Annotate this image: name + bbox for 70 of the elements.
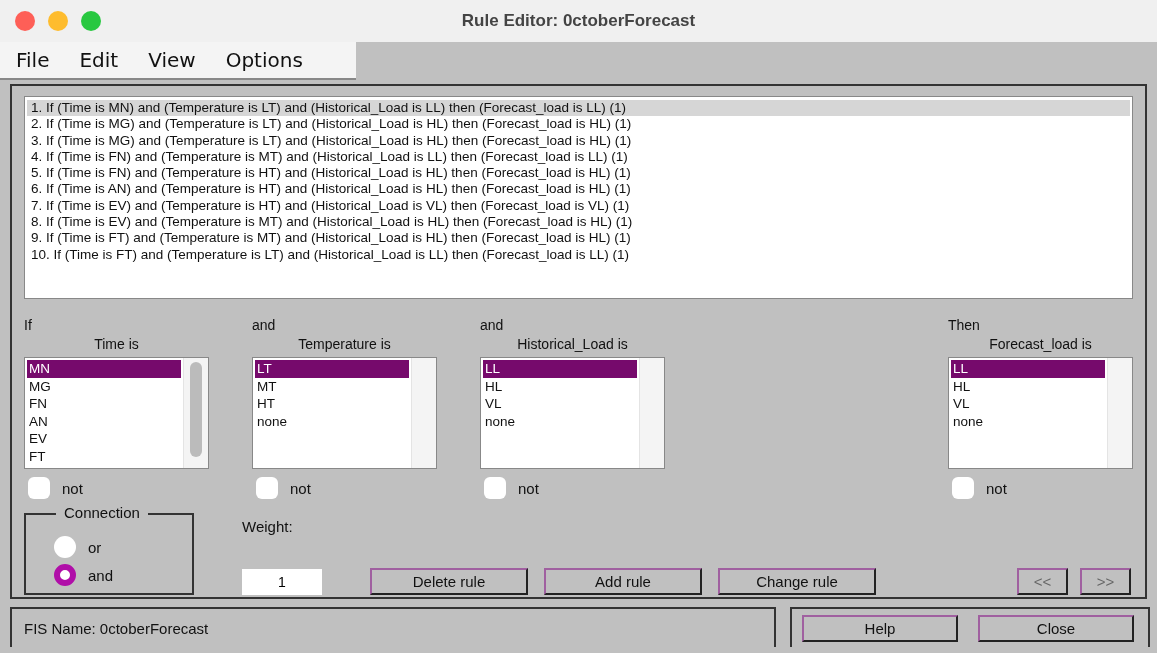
radio-label: or — [88, 538, 102, 556]
scrollbar-track[interactable] — [1107, 358, 1132, 468]
not-checkbox[interactable] — [952, 477, 974, 499]
radio-button[interactable] — [54, 536, 76, 558]
variable-label: Forecast_load is — [989, 336, 1092, 352]
connector-label: and — [480, 317, 504, 333]
rule-item[interactable]: 3. If (Time is MG) and (Temperature is LT) and (Historical_Load is HL) then (Forecast_load is HL) (1) — [27, 132, 1130, 149]
rule-button[interactable]: Delete rule — [370, 568, 528, 595]
list-option[interactable]: AN — [27, 412, 181, 430]
connector-label: Then — [948, 317, 980, 333]
rule-item[interactable]: 7. If (Time is EV) and (Temperature is HT) and (Historical_Load is VL) then (Forecast_load is VL) (1) — [27, 197, 1130, 215]
list-option[interactable]: none — [951, 412, 1105, 430]
close-window-icon[interactable] — [15, 11, 35, 31]
list-option[interactable]: LL — [483, 360, 637, 378]
menu-item[interactable]: View — [148, 48, 196, 72]
list-option[interactable]: VL — [483, 395, 637, 413]
zoom-window-icon[interactable] — [81, 11, 101, 31]
footer-button[interactable]: Close — [978, 615, 1134, 642]
rule-item[interactable]: 5. If (Time is FN) and (Temperature is HT) and (Historical_Load is HL) then (Forecast_load is HL) (1) — [27, 165, 1130, 182]
variable-label: Temperature is — [298, 336, 391, 352]
weight-field[interactable]: 1 — [242, 569, 322, 595]
list-option[interactable]: FN — [27, 395, 181, 413]
rule-item[interactable]: 10. If (Time is FT) and (Temperature is LT) and (Historical_Load is LL) then (Forecast_load is LL) (1) — [27, 246, 1130, 263]
rule-item[interactable]: 1. If (Time is MN) and (Temperature is LT) and (Historical_Load is LL) then (Forecast_load is LL) (1) — [27, 100, 1130, 117]
not-checkbox[interactable] — [484, 477, 506, 499]
rule-item[interactable]: 4. If (Time is FN) and (Temperature is MT) and (Historical_Load is LL) then (Forecast_load is LL) (1) — [27, 148, 1130, 166]
window-title: Rule Editor: 0ctoberForecast — [461, 11, 696, 31]
rule-button[interactable]: Add rule — [544, 568, 702, 595]
list-option[interactable]: LL — [951, 360, 1105, 378]
scrollbar-track[interactable] — [183, 358, 208, 468]
rule-item[interactable]: 9. If (Time is FT) and (Temperature is MT) and (Historical_Load is HL) then (Forecast_load is HL) (1) — [27, 230, 1130, 247]
radio-button[interactable] — [54, 564, 76, 586]
group-title: Connection — [56, 504, 148, 521]
list-option[interactable]: none — [255, 412, 409, 430]
connector-label: and — [252, 317, 276, 333]
minimize-window-icon[interactable] — [48, 11, 68, 31]
checkbox-label: not — [62, 479, 83, 497]
fis-name-text: FIS Name: 0ctoberForecast — [24, 619, 209, 637]
rule-item[interactable]: 8. If (Time is EV) and (Temperature is MT) and (Historical_Load is HL) then (Forecast_load is HL) (1) — [27, 214, 1130, 231]
list-option[interactable]: VL — [951, 395, 1105, 413]
variable-label: Time is — [94, 336, 139, 352]
menu-item[interactable]: Edit — [79, 48, 119, 72]
footer-button[interactable]: Help — [802, 615, 958, 642]
scrollbar-track[interactable] — [411, 358, 436, 468]
list-option[interactable]: FT — [27, 447, 181, 465]
checkbox-label: not — [290, 479, 311, 497]
list-option[interactable]: MN — [27, 360, 181, 378]
variable-label: Historical_Load is — [517, 336, 628, 352]
menu-item[interactable]: File — [16, 48, 50, 72]
list-option[interactable]: HT — [255, 395, 409, 413]
not-checkbox[interactable] — [28, 477, 50, 499]
connector-label: If — [24, 317, 32, 333]
radio-label: and — [88, 566, 114, 584]
list-option[interactable]: EV — [27, 430, 181, 448]
weight-label: Weight: — [242, 518, 294, 535]
rule-item[interactable]: 2. If (Time is MG) and (Temperature is LT) and (Historical_Load is HL) then (Forecast_load is HL) (1) — [27, 116, 1130, 133]
not-checkbox[interactable] — [256, 477, 278, 499]
menu-item[interactable]: Options — [225, 48, 303, 72]
rule-button[interactable]: Change rule — [718, 568, 876, 595]
list-option[interactable]: LT — [255, 360, 409, 378]
checkbox-label: not — [518, 479, 539, 497]
list-option[interactable]: HL — [951, 377, 1105, 395]
list-option[interactable]: none — [483, 412, 637, 430]
list-option[interactable]: MT — [255, 377, 409, 395]
list-option[interactable]: HL — [483, 377, 637, 395]
rule-item[interactable]: 6. If (Time is AN) and (Temperature is HT) and (Historical_Load is HL) then (Forecast_load is HL) (1) — [27, 181, 1130, 198]
scrollbar-track[interactable] — [639, 358, 664, 468]
scrollbar-thumb[interactable] — [190, 362, 202, 457]
checkbox-label: not — [986, 479, 1007, 497]
list-option[interactable]: MG — [27, 377, 181, 395]
